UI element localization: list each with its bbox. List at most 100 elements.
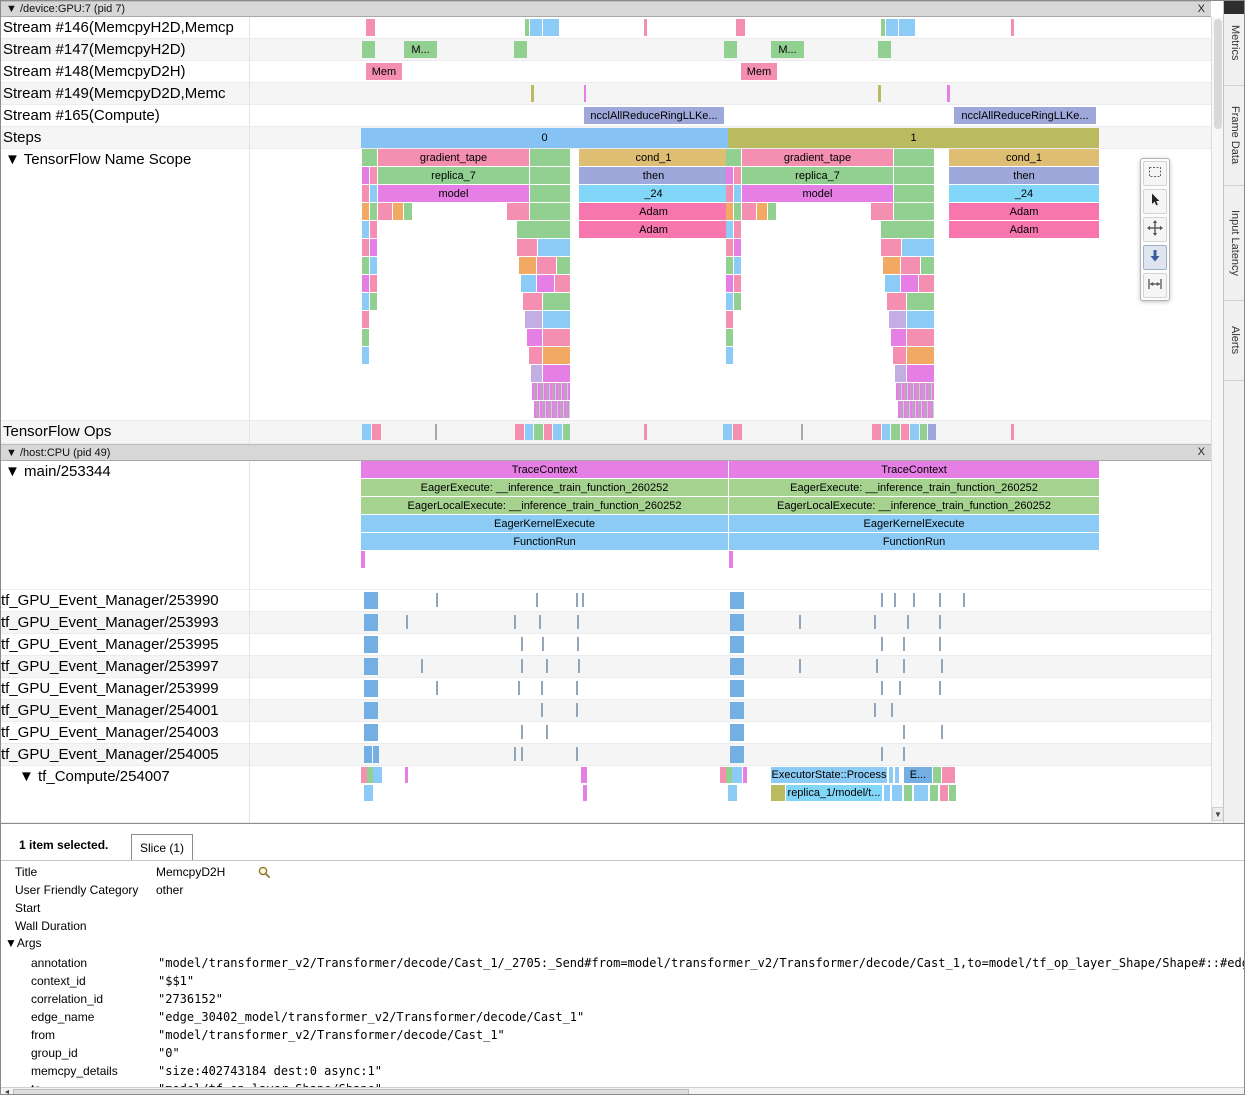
- slice-_24[interactable]: _24: [579, 185, 728, 202]
- trace-slice[interactable]: [576, 703, 578, 717]
- trace-slice[interactable]: [726, 203, 733, 220]
- vertical-scrollbar-thumb[interactable]: [1214, 19, 1222, 129]
- trace-slice[interactable]: [584, 85, 586, 102]
- trace-slice[interactable]: [530, 167, 570, 184]
- trace-slice[interactable]: [894, 167, 934, 184]
- trace-slice[interactable]: [878, 85, 881, 102]
- trace-slice[interactable]: [362, 275, 369, 292]
- trace-slice[interactable]: [543, 365, 570, 382]
- trace-slice[interactable]: [730, 614, 744, 631]
- trace-slice[interactable]: [734, 239, 741, 256]
- gpu-panel-title[interactable]: ▼ /device:GPU:7 (pid 7): [6, 3, 125, 15]
- trace-slice[interactable]: [730, 658, 744, 675]
- trace-slice[interactable]: [543, 19, 559, 36]
- slice-mem[interactable]: Mem: [366, 63, 402, 80]
- tab-frame-data[interactable]: Frame Data: [1224, 86, 1245, 186]
- trace-slice[interactable]: [577, 637, 579, 651]
- trace-slice[interactable]: [732, 767, 742, 783]
- trace-slice[interactable]: [362, 149, 377, 166]
- trace-slice[interactable]: [576, 681, 578, 695]
- trace-slice[interactable]: [541, 681, 543, 695]
- trace-slice[interactable]: [939, 593, 941, 607]
- trace-slice[interactable]: [734, 293, 741, 310]
- trace-slice[interactable]: [894, 149, 934, 166]
- trace-slice[interactable]: [726, 311, 733, 328]
- trace-slice[interactable]: [910, 424, 919, 440]
- trace-slice[interactable]: [362, 424, 371, 440]
- trace-slice[interactable]: [939, 681, 941, 695]
- trace-slice[interactable]: [1011, 424, 1014, 440]
- slice-ncclallreduceringllke[interactable]: ncclAllReduceRingLLKe...: [954, 107, 1096, 124]
- trace-slice[interactable]: [531, 85, 534, 102]
- row-label-tf-compute-254007[interactable]: ▼ tf_Compute/254007: [19, 768, 170, 785]
- trace-slice[interactable]: [939, 615, 941, 629]
- trace-slice[interactable]: [542, 637, 544, 651]
- slice-then[interactable]: then: [949, 167, 1099, 184]
- slice-model[interactable]: model: [742, 185, 893, 202]
- trace-slice[interactable]: [907, 293, 934, 310]
- trace-slice[interactable]: [364, 785, 373, 801]
- trace-slice[interactable]: [532, 383, 570, 400]
- trace-slice[interactable]: [889, 767, 893, 783]
- trace-slice[interactable]: [941, 725, 943, 739]
- trace-slice[interactable]: [726, 347, 733, 364]
- trace-slice[interactable]: [370, 257, 377, 274]
- trace-slice[interactable]: [544, 424, 552, 440]
- trace-slice[interactable]: [563, 424, 570, 440]
- trace-slice[interactable]: [534, 424, 543, 440]
- trace-slice[interactable]: [878, 41, 891, 58]
- slice-m[interactable]: M...: [404, 41, 437, 58]
- trace-slice[interactable]: [904, 785, 912, 801]
- trace-slice[interactable]: [406, 615, 408, 629]
- trace-slice[interactable]: [730, 724, 744, 741]
- slice-cond_1[interactable]: cond_1: [949, 149, 1099, 166]
- horizontal-scrollbar[interactable]: ◄: [1, 1087, 1245, 1095]
- trace-slice[interactable]: [730, 592, 744, 609]
- trace-slice[interactable]: [734, 167, 741, 184]
- trace-slice[interactable]: [881, 239, 901, 256]
- slice-model[interactable]: model: [378, 185, 529, 202]
- trace-slice[interactable]: [907, 615, 909, 629]
- trace-slice[interactable]: [724, 41, 737, 58]
- trace-slice[interactable]: [933, 767, 941, 783]
- slice-adam[interactable]: Adam: [579, 203, 728, 220]
- trace-slice[interactable]: [553, 424, 562, 440]
- trace-slice[interactable]: [362, 203, 369, 220]
- trace-slice[interactable]: [887, 293, 906, 310]
- trace-slice[interactable]: [517, 221, 570, 238]
- trace-slice[interactable]: [370, 185, 377, 202]
- trace-slice[interactable]: [521, 725, 523, 739]
- trace-slice[interactable]: [536, 593, 538, 607]
- trace-slice[interactable]: [896, 383, 934, 400]
- trace-slice[interactable]: [644, 19, 647, 36]
- trace-slice[interactable]: [543, 293, 570, 310]
- trace-slice[interactable]: [942, 767, 955, 783]
- row-label-name-scope[interactable]: ▼ TensorFlow Name Scope: [5, 151, 191, 168]
- trace-slice[interactable]: [370, 203, 377, 220]
- trace-slice[interactable]: [892, 785, 902, 801]
- trace-slice[interactable]: [881, 19, 885, 36]
- trace-slice[interactable]: [885, 275, 900, 292]
- trace-slice[interactable]: [898, 401, 934, 418]
- trace-slice[interactable]: [939, 637, 941, 651]
- trace-slice[interactable]: [886, 19, 898, 36]
- trace-slice[interactable]: [871, 203, 893, 220]
- slice-functionrun[interactable]: FunctionRun: [729, 533, 1099, 550]
- trace-slice[interactable]: [362, 257, 369, 274]
- slice-0[interactable]: 0: [361, 128, 728, 148]
- trace-slice[interactable]: [537, 257, 556, 274]
- trace-slice[interactable]: [364, 724, 378, 741]
- trace-slice[interactable]: [799, 615, 801, 629]
- trace-slice[interactable]: [541, 703, 543, 717]
- trace-slice[interactable]: [893, 347, 906, 364]
- trace-slice[interactable]: [534, 401, 570, 418]
- trace-slice[interactable]: [530, 149, 570, 166]
- trace-slice[interactable]: [734, 221, 741, 238]
- trace-slice[interactable]: [517, 239, 537, 256]
- trace-slice[interactable]: [907, 347, 934, 364]
- trace-slice[interactable]: [537, 275, 554, 292]
- trace-slice[interactable]: [521, 275, 536, 292]
- trace-slice[interactable]: [891, 329, 906, 346]
- timing-tool-button[interactable]: [1143, 273, 1167, 298]
- row-label-main-253344[interactable]: ▼ main/253344: [5, 463, 111, 480]
